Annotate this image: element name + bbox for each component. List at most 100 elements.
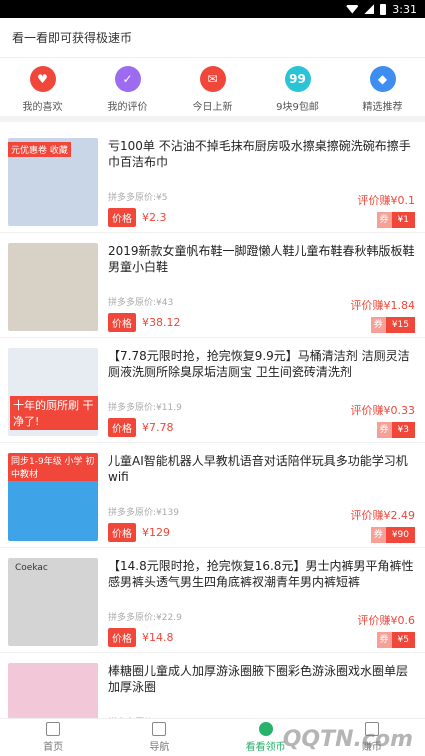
price-tag: 价格 xyxy=(108,418,136,437)
status-bar: 3:31 xyxy=(0,0,425,18)
product-title: 棒糖圈儿童成人加厚游泳圈腋下圈彩色游泳圈戏水圈单层加厚泳圈 xyxy=(108,664,409,694)
coupon-label: 券 xyxy=(376,422,392,438)
product-thumbnail[interactable]: Coekac xyxy=(8,558,98,646)
tab-label: 首页 xyxy=(43,742,64,753)
nav-icon xyxy=(152,722,167,736)
product-info: 2019新款女童帆布鞋一脚蹬懒人鞋儿童布鞋春秋韩版板鞋男童小白鞋 拼多多原价:¥… xyxy=(98,243,415,337)
tab-label: 导航 xyxy=(149,742,170,753)
badge-99-icon: 99 xyxy=(284,65,311,92)
nav-label: 我的评价 xyxy=(107,101,148,113)
coupon-button[interactable]: 券 ¥1 xyxy=(376,212,415,228)
category-nav: ♥ 我的喜欢 ✓ 我的评价 ✉ 今日上新 99 9块9包邮 ◆ 精选推荐 xyxy=(0,58,425,122)
product-thumbnail[interactable]: 十年的厕所刷 干净了! xyxy=(8,348,98,436)
nav-label: 9块9包邮 xyxy=(276,101,319,113)
original-price: 拼多多原价:¥5 xyxy=(108,193,168,203)
battery-icon xyxy=(380,3,387,15)
status-time: 3:31 xyxy=(392,2,417,16)
price-line: 价格 ¥7.78 xyxy=(108,418,174,437)
nav-label: 今日上新 xyxy=(192,101,233,113)
nav-item-1[interactable]: ✓ 我的评价 xyxy=(88,65,168,113)
heart-icon: ♥ xyxy=(29,65,56,92)
coupon-button[interactable]: 券 ¥3 xyxy=(376,422,415,438)
price-tag: 价格 xyxy=(108,208,136,227)
coupon-value: ¥3 xyxy=(391,422,415,438)
coupon-value: ¥15 xyxy=(385,317,415,333)
coupon-button[interactable]: 券 ¥15 xyxy=(370,317,415,333)
product-thumbnail[interactable] xyxy=(8,663,98,718)
product-title: 2019新款女童帆布鞋一脚蹬懒人鞋儿童布鞋春秋韩版板鞋男童小白鞋 xyxy=(108,244,415,274)
coupon-value: ¥1 xyxy=(391,212,415,228)
thumbnail-tag xyxy=(12,247,18,249)
nav-item-2[interactable]: ✉ 今日上新 xyxy=(173,65,253,113)
product-row[interactable]: 棒糖圈儿童成人加厚游泳圈腋下圈彩色游泳圈戏水圈单层加厚泳圈 拼多多原价:¥18 … xyxy=(0,653,425,718)
review-reward: 评价赚¥1.84 xyxy=(350,299,416,312)
review-reward: 评价赚¥0.1 xyxy=(357,194,416,207)
coupon-label: 券 xyxy=(376,212,392,228)
nav-item-0[interactable]: ♥ 我的喜欢 xyxy=(3,65,83,113)
product-thumbnail[interactable] xyxy=(8,243,98,331)
tab-0[interactable]: 首页 xyxy=(0,719,106,756)
page-header: 看一看即可获得极速币 xyxy=(0,18,425,58)
product-price: ¥7.78 xyxy=(142,421,174,434)
product-info: 【7.78元限时抢，抢完恢复9.9元】马桶清洁剂 洁厕灵洁厕液洗厕所除臭尿垢洁厕… xyxy=(98,348,415,442)
product-row[interactable]: 同步1-9年级 小学 初中教材 儿童AI智能机器人早教机语音对话陪伴玩具多功能学… xyxy=(0,443,425,548)
home-icon xyxy=(46,722,61,736)
original-price: 拼多多原价:¥11.9 xyxy=(108,403,182,413)
price-line: 价格 ¥38.12 xyxy=(108,313,181,332)
product-title: 儿童AI智能机器人早教机语音对话陪伴玩具多功能学习机wifi xyxy=(108,454,408,484)
nav-label: 精选推荐 xyxy=(362,101,403,113)
product-title: 【14.8元限时抢，抢完恢复16.8元】男士内裤男平角裤性感男裤头透气男生四角底… xyxy=(108,559,414,589)
tab-1[interactable]: 导航 xyxy=(106,719,212,756)
product-row[interactable]: 十年的厕所刷 干净了! 【7.78元限时抢，抢完恢复9.9元】马桶清洁剂 洁厕灵… xyxy=(0,338,425,443)
price-line: 价格 ¥129 xyxy=(108,523,170,542)
product-price: ¥38.12 xyxy=(142,316,181,329)
coupon-button[interactable]: 券 ¥5 xyxy=(376,632,415,648)
product-price: ¥2.3 xyxy=(142,211,167,224)
product-thumbnail[interactable]: 同步1-9年级 小学 初中教材 xyxy=(8,453,98,541)
review-reward: 评价赚¥0.6 xyxy=(357,614,416,627)
thumbnail-tag: 十年的厕所刷 干净了! xyxy=(10,396,98,430)
coupon-value: ¥5 xyxy=(391,632,415,648)
product-info: 棒糖圈儿童成人加厚游泳圈腋下圈彩色游泳圈戏水圈单层加厚泳圈 拼多多原价:¥18 … xyxy=(98,663,415,718)
nav-item-4[interactable]: ◆ 精选推荐 xyxy=(343,65,423,113)
product-thumbnail[interactable]: 元优惠卷 收藏 xyxy=(8,138,98,226)
thumbnail-tag: 同步1-9年级 小学 初中教材 xyxy=(8,453,98,481)
wifi-icon xyxy=(346,4,359,14)
product-row[interactable]: Coekac 【14.8元限时抢，抢完恢复16.8元】男士内裤男平角裤性感男裤头… xyxy=(0,548,425,653)
thumbnail-tag xyxy=(12,667,18,669)
watermark: QQTN.com xyxy=(282,727,413,752)
product-price: ¥129 xyxy=(142,526,170,539)
price-tag: 价格 xyxy=(108,628,136,647)
thumbnail-tag: 元优惠卷 收藏 xyxy=(8,142,71,157)
diamond-icon: ◆ xyxy=(369,65,396,92)
tab-label: 看看领币 xyxy=(245,742,286,753)
product-info: 【14.8元限时抢，抢完恢复16.8元】男士内裤男平角裤性感男裤头透气男生四角底… xyxy=(98,558,415,652)
product-list: 元优惠卷 收藏 亏100单 不沾油不掉毛抹布厨房吸水擦桌擦碗洗碗布擦手巾百洁布巾… xyxy=(0,128,425,718)
product-row[interactable]: 元优惠卷 收藏 亏100单 不沾油不掉毛抹布厨房吸水擦桌擦碗洗碗布擦手巾百洁布巾… xyxy=(0,128,425,233)
product-title: 【7.78元限时抢，抢完恢复9.9元】马桶清洁剂 洁厕灵洁厕液洗厕所除臭尿垢洁厕… xyxy=(108,349,410,379)
price-tag: 价格 xyxy=(108,313,136,332)
signal-icon xyxy=(364,4,375,14)
coupon-label: 券 xyxy=(376,632,392,648)
comment-icon: ✓ xyxy=(114,65,141,92)
thumbnail-tag: Coekac xyxy=(15,563,48,573)
price-line: 价格 ¥14.8 xyxy=(108,628,174,647)
coupon-label: 券 xyxy=(370,317,386,333)
product-info: 亏100单 不沾油不掉毛抹布厨房吸水擦桌擦碗洗碗布擦手巾百洁布巾 拼多多原价:¥… xyxy=(98,138,415,232)
product-row[interactable]: 2019新款女童帆布鞋一脚蹬懒人鞋儿童布鞋春秋韩版板鞋男童小白鞋 拼多多原价:¥… xyxy=(0,233,425,338)
coupon-button[interactable]: 券 ¥90 xyxy=(370,527,415,543)
gift-icon: ✉ xyxy=(199,65,226,92)
page-title: 看一看即可获得极速币 xyxy=(12,31,133,45)
product-title: 亏100单 不沾油不掉毛抹布厨房吸水擦桌擦碗洗碗布擦手巾百洁布巾 xyxy=(108,139,411,169)
review-reward: 评价赚¥0.33 xyxy=(350,404,416,417)
price-line: 价格 ¥2.3 xyxy=(108,208,167,227)
product-price: ¥14.8 xyxy=(142,631,174,644)
coupon-value: ¥90 xyxy=(385,527,415,543)
original-price: 拼多多原价:¥43 xyxy=(108,298,174,308)
original-price: 拼多多原价:¥139 xyxy=(108,508,179,518)
nav-label: 我的喜欢 xyxy=(22,101,63,113)
coupon-label: 券 xyxy=(370,527,386,543)
nav-item-3[interactable]: 99 9块9包邮 xyxy=(258,65,338,113)
coin-icon xyxy=(258,722,273,736)
product-info: 儿童AI智能机器人早教机语音对话陪伴玩具多功能学习机wifi 拼多多原价:¥13… xyxy=(98,453,415,547)
